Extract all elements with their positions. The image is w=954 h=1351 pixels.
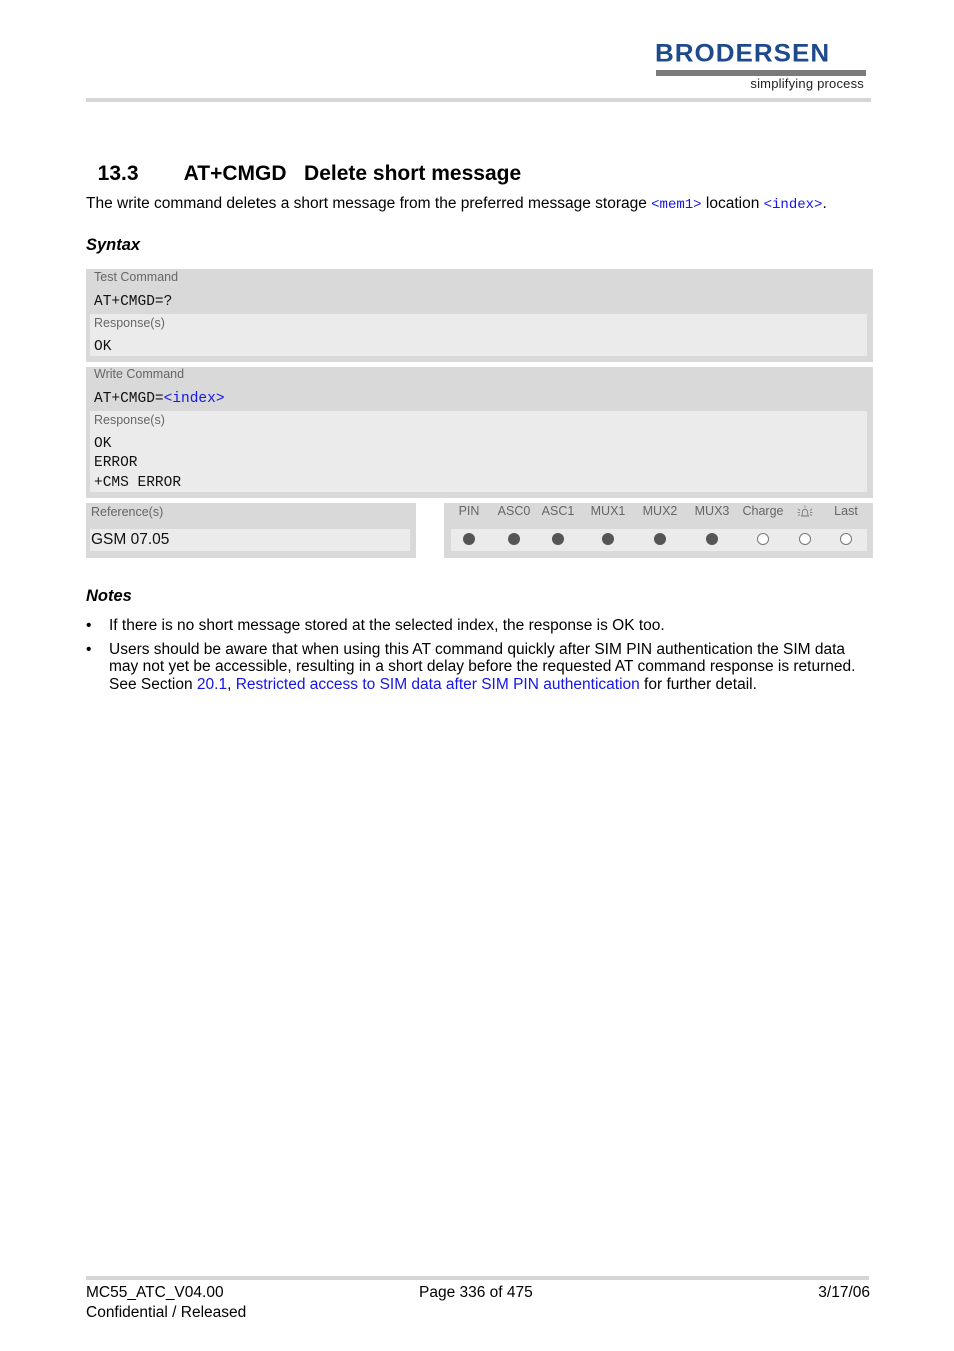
notes-list: • If there is no short message stored at… [86,617,876,699]
header-divider [86,98,871,102]
intro-text: location [701,195,764,212]
footer-divider [86,1276,869,1280]
unavailable-dot-empty [840,533,852,545]
section-command: AT+CMGD [183,162,287,185]
availability-header: MUX1 [590,504,626,518]
reference-label: Reference(s) [91,505,164,519]
intro-text: . [822,195,827,212]
write-response-box: Response(s) OK ERROR +CMS ERROR [90,411,867,492]
available-dot-filled [463,533,475,545]
bullet: • [86,617,92,634]
unavailable-dot-empty [757,533,769,545]
available-dot-filled [552,533,564,545]
page-number: Page 336 of 475 [419,1284,533,1301]
note-see-also: See Section 20.1, Restricted access to S… [109,676,876,694]
reference-value: GSM 07.05 [91,531,170,548]
write-command-label: Write Command [94,367,185,381]
section-title-text: Delete short message [304,162,522,185]
note-text-line: Users should be aware that when using th… [109,640,846,658]
write-command-syntax: AT+CMGD=<index> [94,391,225,407]
availability-table: PIN ASC0 ASC1 MUX1 MUX2 MUX3 Charge Last [444,503,873,558]
test-command-label: Test Command [94,270,179,284]
footer-left: MC55_ATC_V04.00 Confidential / Released [86,1283,246,1323]
see-suffix: for further detail. [639,675,757,693]
syntax-heading: Syntax [86,236,141,254]
note-item: • If there is no short message stored at… [86,617,876,635]
response-line: +CMS ERROR [94,475,182,491]
availability-header: Charge [742,504,784,518]
response-line: ERROR [94,455,138,471]
intro-paragraph: The write command deletes a short messag… [86,195,827,213]
response-line: OK [94,339,112,355]
section-title: 13.3 AT+CMGD Delete short message [86,138,521,186]
availability-header: Last [834,504,858,518]
separator: , [227,675,236,693]
note-item: • Users should be aware that when using … [86,641,876,694]
param-mem1-link[interactable]: <mem1> [651,197,701,213]
write-command-prefix: AT+CMGD= [94,391,164,407]
section-ref-link[interactable]: 20.1 [197,676,227,693]
notes-heading: Notes [86,587,132,605]
param-index-link[interactable]: <index> [764,197,823,213]
available-dot-filled [602,533,614,545]
unavailable-dot-empty [799,533,811,545]
response-line: OK [94,436,112,452]
test-response-label: Response(s) [94,316,165,330]
write-command-block: Write Command AT+CMGD=<index> Response(s… [86,367,873,498]
doc-id: MC55_ATC_V04.00 [86,1284,224,1301]
logo-tagline: simplifying process [750,76,864,91]
section-number: 13.3 [97,162,139,185]
reference-box: GSM 07.05 [90,529,410,551]
reference-block: Reference(s) GSM 07.05 [86,503,416,558]
brand-logo: BRODERSEN simplifying process [652,38,870,94]
doc-date: 3/17/06 [818,1284,870,1301]
available-dot-filled [508,533,520,545]
alarm-bell-icon [797,505,813,517]
available-dot-filled [706,533,718,545]
bullet: • [86,640,92,658]
intro-text: The write command deletes a short messag… [86,195,652,212]
test-response-box: Response(s) OK [90,314,867,356]
logo-wordmark: BRODERSEN [655,38,831,68]
write-response-label: Response(s) [94,413,165,427]
availability-header: MUX2 [642,504,678,518]
note-text-line: may not yet be accessible, resulting in … [109,658,856,675]
available-dot-filled [654,533,666,545]
doc-status: Confidential / Released [86,1304,247,1321]
param-index-link[interactable]: <index> [164,391,225,407]
test-command-block: Test Command AT+CMGD=? Response(s) OK [86,269,873,362]
test-command-syntax: AT+CMGD=? [94,294,173,310]
note-text: If there is no short message stored at t… [109,617,665,634]
see-prefix: See Section [109,675,197,693]
section-title-link[interactable]: Restricted access to SIM data after SIM … [236,676,640,693]
